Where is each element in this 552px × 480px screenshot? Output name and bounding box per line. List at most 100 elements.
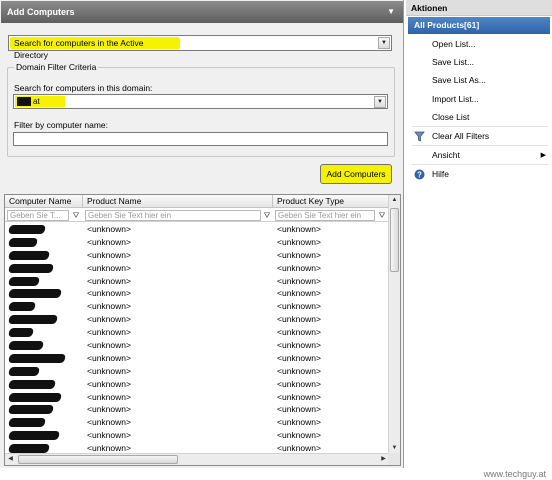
collapse-icon[interactable]: ▼ — [387, 1, 395, 23]
name-filter-label: Filter by computer name: — [14, 120, 109, 130]
key-type-cell: <unknown> — [277, 430, 321, 441]
table-row[interactable]: <unknown> <unknown> — [5, 223, 389, 236]
redaction-mark — [17, 97, 31, 107]
table-row[interactable]: <unknown> <unknown> — [5, 391, 389, 404]
scroll-up-icon[interactable]: ▲ — [389, 195, 400, 206]
chevron-down-icon[interactable]: ▼ — [374, 96, 386, 108]
search-mode-dropdown[interactable]: Search for computers in the Active Direc… — [8, 35, 392, 60]
key-type-cell: <unknown> — [277, 365, 321, 376]
key-type-cell: <unknown> — [277, 249, 321, 260]
divider — [412, 145, 548, 146]
redacted-computer-name — [8, 418, 46, 428]
scroll-thumb[interactable] — [18, 455, 178, 464]
group-legend: Domain Filter Criteria — [14, 62, 99, 72]
table-row[interactable]: <unknown> <unknown> — [5, 326, 389, 339]
product-name-cell: <unknown> — [87, 365, 131, 376]
horizontal-scrollbar[interactable]: ◀ ▶ — [5, 453, 389, 465]
redacted-computer-name — [8, 263, 54, 273]
table-row[interactable]: <unknown> <unknown> — [5, 378, 389, 391]
funnel-icon[interactable]: ⛛ — [262, 210, 272, 221]
search-mode-value: Search for computers in the Active Direc… — [10, 37, 180, 60]
redacted-computer-name — [8, 392, 62, 402]
product-name-cell: <unknown> — [87, 378, 131, 389]
key-type-cell: <unknown> — [277, 314, 321, 325]
table-row[interactable]: <unknown> <unknown> — [5, 236, 389, 249]
product-name-cell: <unknown> — [87, 340, 131, 351]
scroll-left-icon[interactable]: ◀ — [5, 454, 16, 465]
domain-value: at — [15, 96, 65, 107]
key-type-cell: <unknown> — [277, 236, 321, 247]
key-type-cell: <unknown> — [277, 391, 321, 402]
key-type-cell: <unknown> — [277, 288, 321, 299]
product-name-cell: <unknown> — [87, 275, 131, 286]
redacted-computer-name — [8, 353, 66, 363]
chevron-down-icon[interactable]: ▼ — [378, 37, 390, 49]
key-type-cell: <unknown> — [277, 327, 321, 338]
redacted-computer-name — [8, 315, 58, 325]
grid-rows: <unknown> <unknown> <unknown> <unknown> <unk… — [5, 223, 389, 455]
product-name-cell: <unknown> — [87, 236, 131, 247]
filter-row: Geben Sie T... ⛛ Geben Sie Text hier ein… — [5, 209, 389, 222]
actions-section-header[interactable]: All Products[61] — [408, 17, 550, 34]
table-row[interactable]: <unknown> <unknown> — [5, 249, 389, 262]
redacted-computer-name — [8, 302, 36, 312]
action-clear-all-filters[interactable]: Clear All Filters — [406, 128, 552, 145]
column-header-computer-name[interactable]: Computer Name — [5, 195, 83, 208]
domain-label: Search for computers in this domain: — [14, 83, 153, 93]
column-header-product-name[interactable]: Product Name — [83, 195, 273, 208]
divider — [412, 164, 548, 165]
product-name-cell: <unknown> — [87, 314, 131, 325]
filter-input-product-name[interactable]: Geben Sie Text hier ein — [85, 210, 261, 221]
table-row[interactable]: <unknown> <unknown> — [5, 262, 389, 275]
redacted-computer-name — [8, 237, 38, 247]
table-row[interactable]: <unknown> <unknown> — [5, 287, 389, 300]
action-close-list[interactable]: Close List — [406, 109, 552, 126]
table-row[interactable]: <unknown> <unknown> — [5, 429, 389, 442]
action-save-list[interactable]: Save List... — [406, 54, 552, 71]
action-open-list[interactable]: Open List... — [406, 36, 552, 53]
table-row[interactable]: <unknown> <unknown> — [5, 403, 389, 416]
redacted-computer-name — [8, 431, 60, 441]
redacted-computer-name — [8, 289, 62, 299]
funnel-icon[interactable]: ⛛ — [71, 210, 81, 221]
table-row[interactable]: <unknown> <unknown> — [5, 352, 389, 365]
actions-title: Aktionen — [406, 0, 552, 16]
filter-input-computer-name[interactable]: Geben Sie T... — [7, 210, 69, 221]
action-hilfe[interactable]: ? Hilfe — [406, 166, 552, 183]
redacted-computer-name — [8, 328, 34, 338]
filter-input-key-type[interactable]: Geben Sie Text hier ein — [275, 210, 375, 221]
redacted-computer-name — [8, 225, 46, 234]
product-name-cell: <unknown> — [87, 430, 131, 441]
product-name-cell: <unknown> — [87, 417, 131, 428]
scroll-thumb[interactable] — [390, 208, 399, 272]
table-row[interactable]: <unknown> <unknown> — [5, 339, 389, 352]
funnel-icon[interactable]: ⛛ — [377, 210, 387, 221]
key-type-cell: <unknown> — [277, 262, 321, 273]
add-computers-button[interactable]: Add Computers — [320, 164, 392, 184]
table-row[interactable]: <unknown> <unknown> — [5, 313, 389, 326]
action-ansicht[interactable]: Ansicht ▶ — [406, 147, 552, 164]
table-row[interactable]: <unknown> <unknown> — [5, 416, 389, 429]
footer: www.techguy.at — [0, 468, 552, 480]
vertical-scrollbar[interactable]: ▲ ▼ — [388, 195, 400, 454]
key-type-cell: <unknown> — [277, 224, 321, 234]
action-save-list-as[interactable]: Save List As... — [406, 72, 552, 89]
key-type-cell: <unknown> — [277, 301, 321, 312]
redacted-computer-name — [8, 276, 40, 286]
help-icon: ? — [414, 169, 425, 180]
product-name-cell: <unknown> — [87, 288, 131, 299]
funnel-icon — [414, 131, 425, 142]
action-import-list[interactable]: Import List... — [406, 91, 552, 108]
domain-dropdown[interactable]: at ▼ — [13, 94, 388, 109]
column-header-product-key-type[interactable]: Product Key Type — [273, 195, 389, 208]
computer-name-input[interactable] — [13, 132, 388, 146]
redacted-computer-name — [8, 405, 54, 415]
actions-pane: Aktionen All Products[61] Open List... S… — [406, 0, 552, 468]
table-row[interactable]: <unknown> <unknown> — [5, 300, 389, 313]
table-row[interactable]: <unknown> <unknown> — [5, 365, 389, 378]
svg-text:?: ? — [417, 170, 422, 179]
product-name-cell: <unknown> — [87, 404, 131, 415]
products-grid: Computer Name Product Name Product Key T… — [4, 194, 401, 466]
key-type-cell: <unknown> — [277, 340, 321, 351]
table-row[interactable]: <unknown> <unknown> — [5, 275, 389, 288]
